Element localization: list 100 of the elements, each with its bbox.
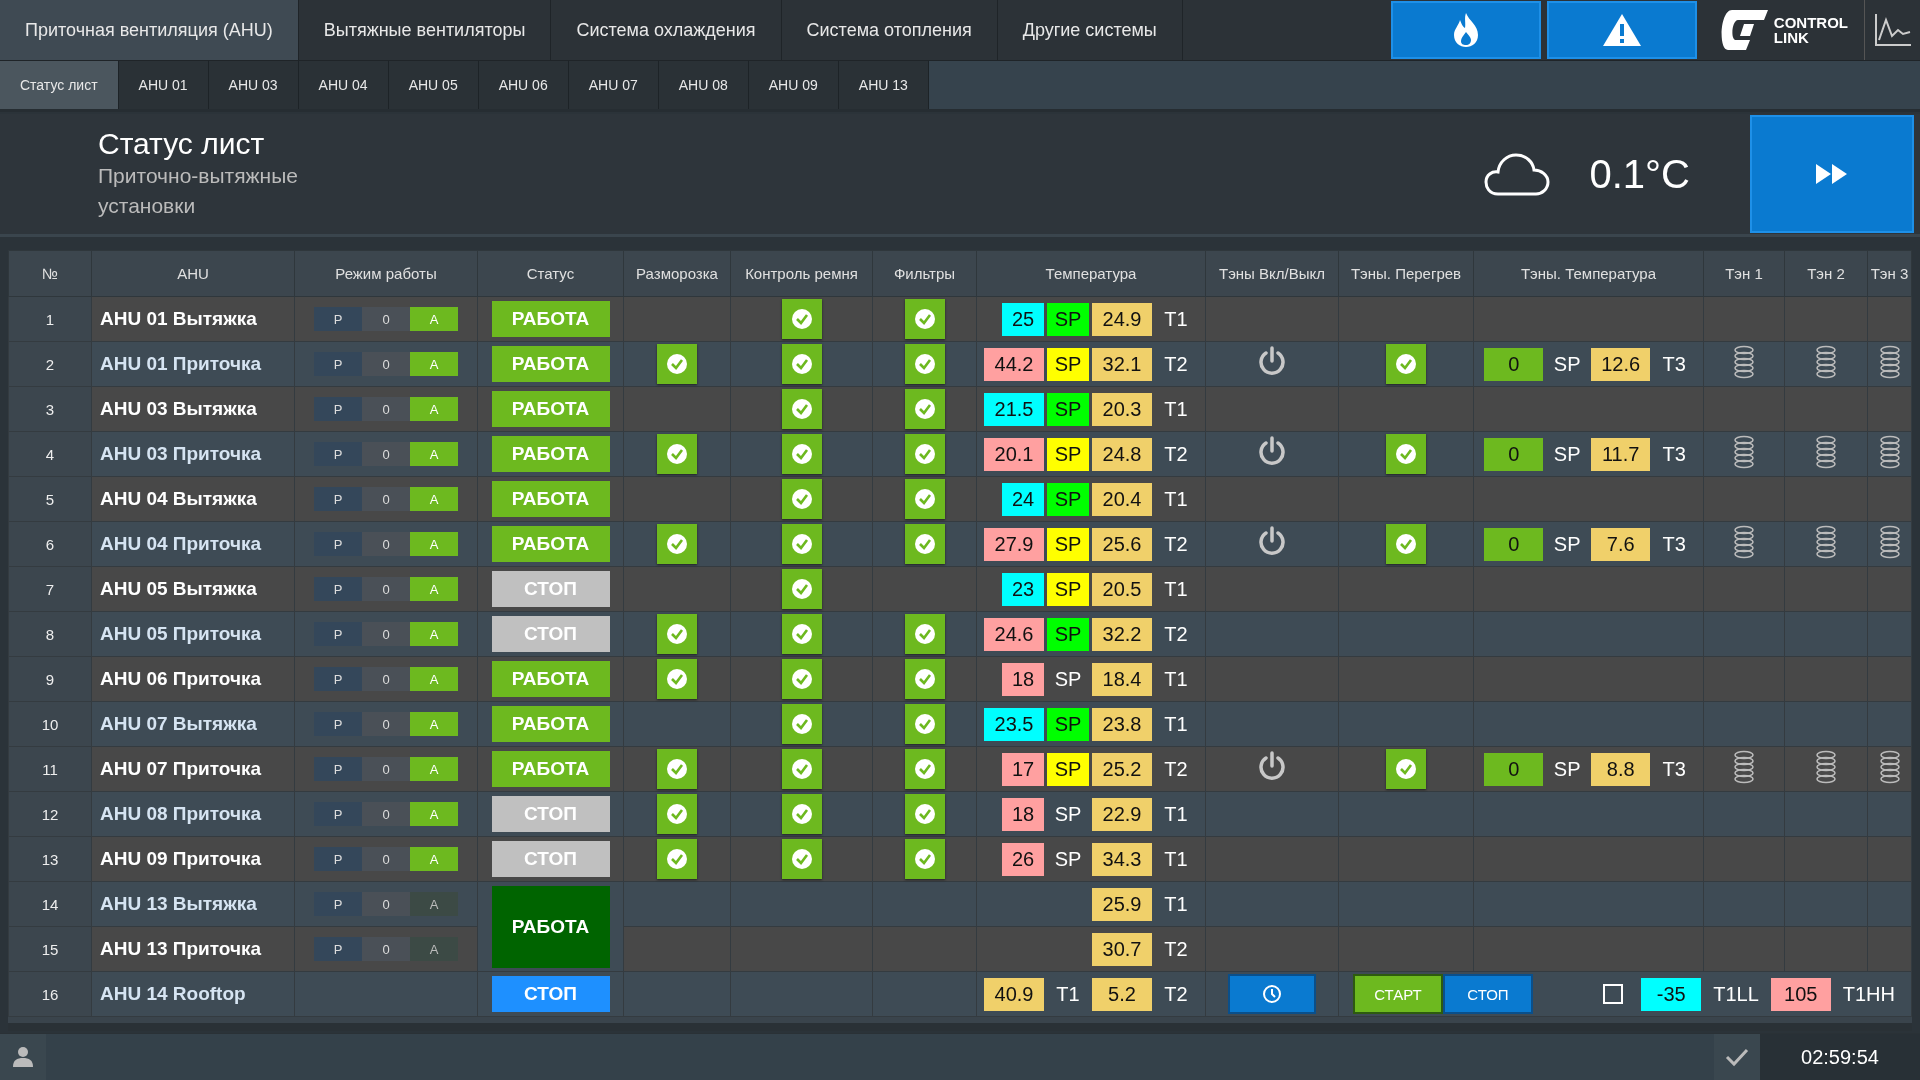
temperature-value: 23.5 xyxy=(984,707,1044,741)
sub-tab[interactable]: AHU 04 xyxy=(298,61,389,109)
mode-option[interactable]: 0 xyxy=(362,487,410,511)
temperature-value: SP xyxy=(1047,392,1089,426)
temperature-value: 25.6 xyxy=(1092,527,1152,561)
mode-option[interactable]: P xyxy=(314,352,362,376)
unit-name: AHU 03 Вытяжка xyxy=(100,398,257,419)
mode-option[interactable]: P xyxy=(314,712,362,736)
row-number: 5 xyxy=(45,490,55,508)
temperature-value: 20.4 xyxy=(1092,482,1152,516)
column-header: Фильтры xyxy=(872,250,977,297)
column-header: Температура xyxy=(976,250,1206,297)
checkbox[interactable] xyxy=(1603,984,1624,1004)
mode-option[interactable]: P xyxy=(314,757,362,781)
unit-name: AHU 07 Приточка xyxy=(100,758,262,779)
column-header: Тэн 1 xyxy=(1703,250,1785,297)
check-icon[interactable] xyxy=(1714,1034,1760,1080)
mode-option[interactable]: P xyxy=(314,802,362,826)
temperature-value: 11.7 xyxy=(1591,437,1651,471)
user-icon[interactable] xyxy=(0,1034,46,1080)
unit-name: AHU 13 Приточка xyxy=(100,938,262,959)
mode-option[interactable]: A xyxy=(410,892,458,916)
power-icon[interactable] xyxy=(1257,346,1287,378)
start-stop-button[interactable]: СТОП xyxy=(1443,974,1533,1014)
fire-alarm-button[interactable] xyxy=(1390,1,1541,59)
mode-option[interactable]: P xyxy=(314,937,362,961)
status-indicator: РАБОТА xyxy=(491,661,610,697)
value-label: T1LL xyxy=(1712,982,1760,1006)
mode-option[interactable]: 0 xyxy=(362,892,410,916)
temperature-value: 24.6 xyxy=(984,617,1044,651)
row-number: 7 xyxy=(45,580,55,598)
mode-option[interactable]: 0 xyxy=(362,532,410,556)
mode-option[interactable]: P xyxy=(314,847,362,871)
mode-option[interactable]: 0 xyxy=(362,847,410,871)
mode-option[interactable]: A xyxy=(410,937,458,961)
value-label: T2 xyxy=(1163,757,1189,781)
sub-tab[interactable]: AHU 13 xyxy=(838,61,929,109)
mode-option[interactable]: 0 xyxy=(362,757,410,781)
unit-name: AHU 05 Приточка xyxy=(100,623,262,644)
temperature-value: 24 xyxy=(1002,482,1044,516)
unit-name: AHU 04 Вытяжка xyxy=(100,488,257,509)
column-header: Тэны. Температура xyxy=(1473,250,1704,297)
mode-option[interactable]: 0 xyxy=(362,622,410,646)
mode-option[interactable]: P xyxy=(314,892,362,916)
value-label: T1 xyxy=(1163,307,1189,331)
mode-option[interactable]: P xyxy=(314,532,362,556)
status-indicator: СТОП xyxy=(491,976,610,1012)
row-number: 15 xyxy=(41,940,59,958)
column-header: № xyxy=(8,250,92,297)
sub-tab[interactable]: Статус лист xyxy=(0,61,119,109)
row-number: 16 xyxy=(41,985,59,1003)
power-icon[interactable] xyxy=(1257,436,1287,468)
mode-option[interactable]: P xyxy=(314,577,362,601)
temperature-value: 24.8 xyxy=(1092,437,1152,471)
temperature-value: 0 xyxy=(1484,347,1544,381)
mode-option[interactable]: 0 xyxy=(362,712,410,736)
nav-tab[interactable]: Приточная вентиляция (AHU) xyxy=(0,0,299,60)
mode-option[interactable]: P xyxy=(314,397,362,421)
sub-tab[interactable]: AHU 06 xyxy=(478,61,569,109)
temperature-value: 32.1 xyxy=(1092,347,1152,381)
timer-button[interactable] xyxy=(1228,974,1316,1014)
mode-option[interactable]: P xyxy=(314,667,362,691)
mode-option[interactable]: 0 xyxy=(362,802,410,826)
mode-option[interactable]: P xyxy=(314,487,362,511)
sub-tab[interactable]: AHU 01 xyxy=(118,61,209,109)
mode-option[interactable]: P xyxy=(314,622,362,646)
row-number: 12 xyxy=(41,805,59,823)
mode-option[interactable]: 0 xyxy=(362,577,410,601)
mode-option[interactable]: 0 xyxy=(362,442,410,466)
status-indicator: РАБОТА xyxy=(491,751,610,787)
value-label: T1 xyxy=(1163,577,1189,601)
mode-option[interactable]: 0 xyxy=(362,307,410,331)
temperature-value: 0 xyxy=(1484,752,1544,786)
mode-option[interactable]: 0 xyxy=(362,352,410,376)
sub-tab[interactable]: AHU 05 xyxy=(388,61,479,109)
sub-tab[interactable]: AHU 07 xyxy=(568,61,659,109)
warning-button[interactable] xyxy=(1546,1,1697,59)
temperature-value: 20.5 xyxy=(1092,572,1152,606)
sub-tab[interactable]: AHU 09 xyxy=(748,61,839,109)
temperature-value: 23 xyxy=(1002,572,1044,606)
temperature-value: 18 xyxy=(1002,797,1044,831)
mode-option[interactable]: 0 xyxy=(362,397,410,421)
value-label: T2 xyxy=(1163,622,1189,646)
row-number: 6 xyxy=(45,535,55,553)
power-icon[interactable] xyxy=(1257,751,1287,783)
value-label: T2 xyxy=(1163,982,1189,1006)
value-label: T1 xyxy=(1163,847,1189,871)
value-label: T3 xyxy=(1661,442,1687,466)
cloud-icon xyxy=(1483,151,1550,197)
temperature-value: SP xyxy=(1047,302,1089,336)
value-label: T2 xyxy=(1163,442,1189,466)
unit-name: AHU 14 Rooftop xyxy=(100,983,246,1004)
mode-option[interactable]: 0 xyxy=(362,937,410,961)
sub-tab[interactable]: AHU 08 xyxy=(658,61,749,109)
mode-option[interactable]: P xyxy=(314,307,362,331)
clock-time: 02:59:54 xyxy=(1760,1034,1920,1080)
mode-option[interactable]: 0 xyxy=(362,667,410,691)
mode-option[interactable]: P xyxy=(314,442,362,466)
sub-tab[interactable]: AHU 03 xyxy=(208,61,299,109)
power-icon[interactable] xyxy=(1257,526,1287,558)
